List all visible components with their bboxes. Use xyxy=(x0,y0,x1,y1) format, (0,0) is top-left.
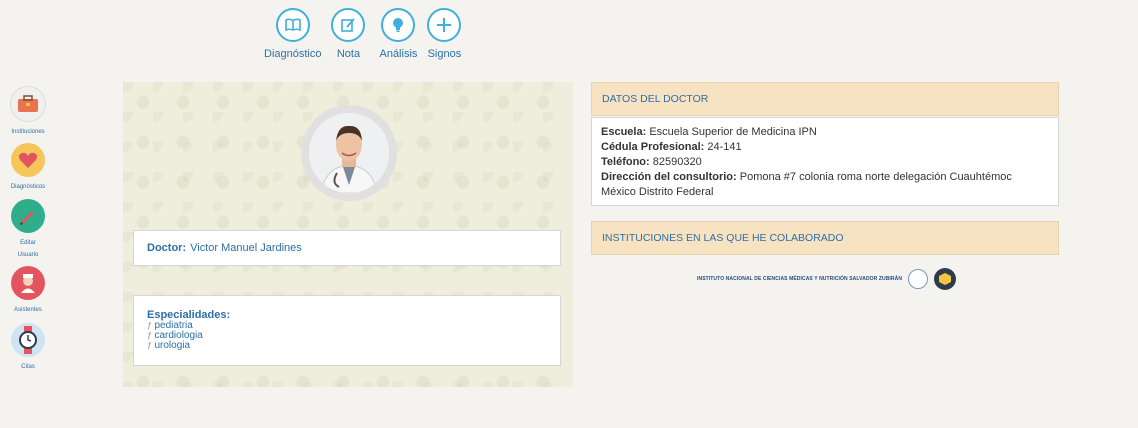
doctor-photo xyxy=(309,113,389,193)
edit-icon xyxy=(331,8,366,42)
briefcase-icon xyxy=(10,86,46,122)
sidebar-item-citas[interactable]: Citas xyxy=(0,323,56,373)
sidebar-item-label: Editar Usuario xyxy=(17,240,39,258)
sidebar-item-label: Diagnósticos xyxy=(10,184,46,190)
sidebar-item-editar-usuario[interactable]: Editar Usuario xyxy=(0,199,56,261)
nota-label: Nota xyxy=(336,48,361,60)
seal-icon xyxy=(908,269,929,289)
phone-row: Teléfono: 82590320 xyxy=(601,156,702,168)
plus-icon xyxy=(427,8,462,42)
nota-button[interactable]: Nota xyxy=(331,8,366,60)
section-title: DATOS DEL DOCTOR xyxy=(602,93,709,105)
sidebar-item-diagnosticos[interactable]: Diagnósticos xyxy=(0,143,56,193)
specialties-box: Especialidades: ƒ pediatria ƒ cardiologia … xyxy=(133,295,561,366)
analisis-label: Análisis xyxy=(379,48,418,60)
avatar xyxy=(301,105,397,201)
book-icon xyxy=(275,8,310,42)
bullet-icon: ƒ xyxy=(147,341,152,350)
sidebar-item-label: Instituciones xyxy=(11,129,45,135)
lightbulb-icon xyxy=(381,8,416,42)
institution-logo[interactable]: INSTITUTO NACIONAL DE CIENCIAS MÉDICAS Y… xyxy=(697,268,957,290)
diagnostico-label: Diagnóstico xyxy=(264,48,322,60)
institutions-header: INSTITUCIONES EN LAS QUE HE COLABORADO xyxy=(591,221,1059,255)
list-item: ƒ urologia xyxy=(147,340,191,351)
watch-icon xyxy=(11,323,45,357)
school-row: Escuela: Escuela Superior de Medicina IP… xyxy=(601,126,817,138)
doctor-name: Victor Manuel Jardines xyxy=(190,242,302,254)
signos-label: Signos xyxy=(427,48,462,60)
specialties-label: Especialidades: xyxy=(147,309,231,321)
address-row: Dirección del consultorio: Pomona #7 col… xyxy=(601,171,1012,198)
list-item: ƒ pediatria xyxy=(147,320,193,331)
sidebar-item-asistentes[interactable]: Asistentes xyxy=(0,266,56,316)
diagnostico-button[interactable]: Diagnóstico xyxy=(264,8,321,60)
bullet-icon: ƒ xyxy=(147,331,152,340)
sidebar-item-instituciones[interactable]: Instituciones xyxy=(0,86,56,138)
sidebar-item-label: Citas xyxy=(21,364,35,370)
doctor-label: Doctor: xyxy=(147,242,187,254)
top-toolbar: Diagnóstico Nota Análisis Signos xyxy=(252,8,462,60)
heart-icon xyxy=(11,143,45,177)
cube-icon xyxy=(934,268,957,290)
sidebar-item-label: Asistentes xyxy=(14,307,42,313)
doctor-data-details: Escuela: Escuela Superior de Medicina IP… xyxy=(591,117,1059,206)
profile-panel: Doctor: Victor Manuel Jardines Especiali… xyxy=(123,82,573,387)
doctor-name-box: Doctor: Victor Manuel Jardines xyxy=(133,230,561,266)
analisis-button[interactable]: Análisis xyxy=(379,8,417,60)
license-row: Cédula Profesional: 24-141 xyxy=(601,141,742,153)
pencil-icon xyxy=(11,199,45,233)
signos-button[interactable]: Signos xyxy=(427,8,462,60)
institution-name: INSTITUTO NACIONAL DE CIENCIAS MÉDICAS Y… xyxy=(697,276,903,282)
bullet-icon: ƒ xyxy=(147,321,152,330)
nurse-icon xyxy=(11,266,45,300)
list-item: ƒ cardiologia xyxy=(147,330,203,341)
doctor-data-header: DATOS DEL DOCTOR xyxy=(591,82,1059,116)
section-title: INSTITUCIONES EN LAS QUE HE COLABORADO xyxy=(602,232,844,244)
